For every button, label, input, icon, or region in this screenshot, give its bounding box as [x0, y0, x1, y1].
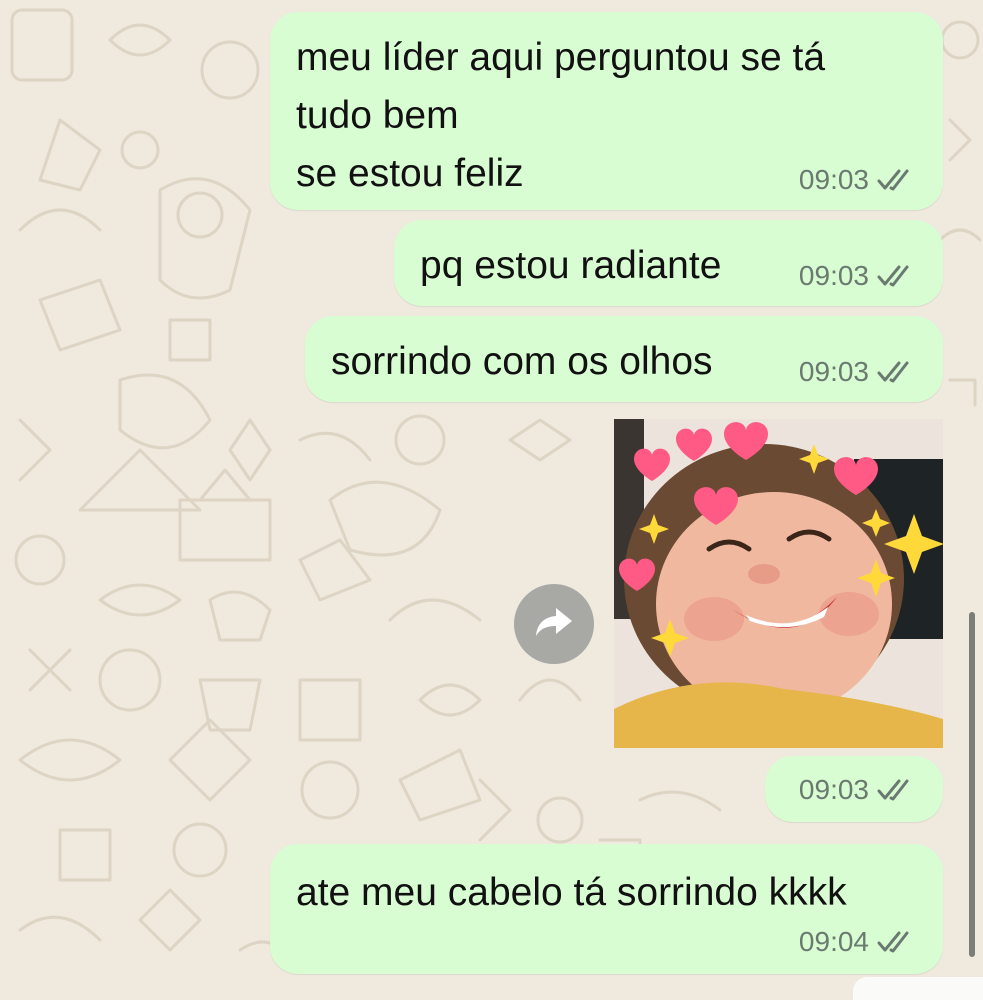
double-check-icon: [877, 169, 917, 191]
forward-arrow-icon: [534, 604, 574, 645]
message-bubble-outgoing[interactable]: meu líder aqui perguntou se tá tudo bem …: [270, 12, 943, 210]
sticker-image[interactable]: [614, 419, 943, 748]
scrollbar[interactable]: [969, 612, 975, 957]
double-check-icon: [877, 361, 917, 383]
message-text: ate meu cabelo tá sorrindo kkkk: [296, 871, 847, 914]
double-check-icon: [877, 931, 917, 953]
double-check-icon: [877, 265, 917, 287]
message-meta: 09:03: [799, 164, 917, 196]
forward-button[interactable]: [514, 584, 594, 664]
message-meta: 09:04: [799, 926, 917, 958]
message-meta: 09:03: [799, 356, 917, 388]
message-meta: 09:03: [799, 260, 917, 292]
message-bubble-outgoing[interactable]: sorrindo com os olhos 09:03: [305, 316, 943, 402]
message-time: 09:04: [798, 926, 869, 957]
double-check-icon: [877, 779, 917, 801]
message-time: 09:03: [798, 774, 869, 805]
message-time: 09:03: [798, 260, 869, 291]
message-time: 09:03: [798, 356, 869, 387]
message-meta: 09:03: [799, 774, 917, 806]
composer-edge: [853, 977, 983, 1000]
image-meta-bubble: 09:03: [765, 756, 943, 822]
message-bubble-outgoing[interactable]: ate meu cabelo tá sorrindo kkkk 09:04: [270, 844, 943, 974]
message-time: 09:03: [798, 164, 869, 195]
message-bubble-outgoing[interactable]: pq estou radiante 09:03: [394, 220, 943, 306]
